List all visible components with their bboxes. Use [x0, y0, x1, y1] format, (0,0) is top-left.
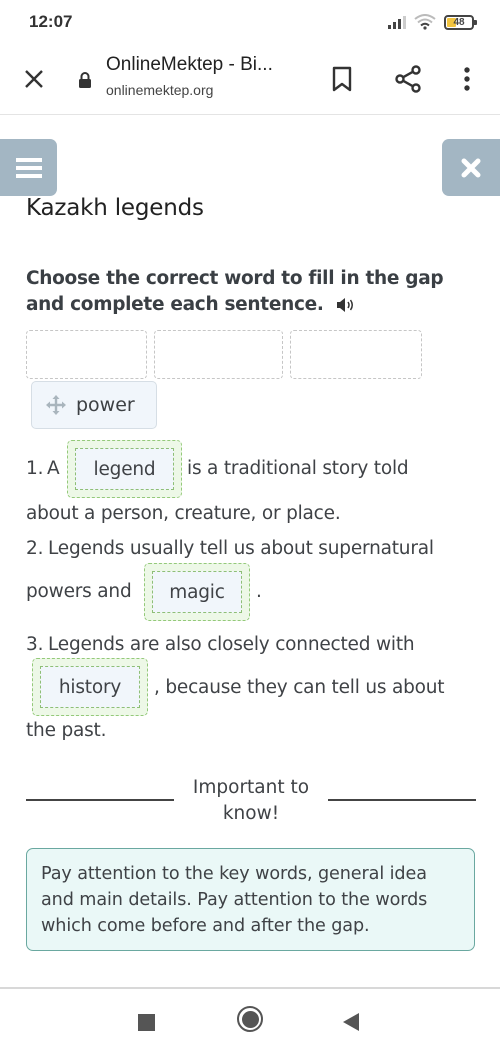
answer-slot[interactable]: legend — [67, 440, 182, 498]
drop-zone[interactable] — [154, 330, 283, 379]
tip-text: Pay attention to the key words, general … — [41, 864, 428, 936]
sentence-text: Legends are also closely connected with — [48, 634, 415, 655]
sentence-number: 1. — [26, 458, 44, 479]
status-icons: 48 — [388, 14, 477, 30]
important-section: Important to know! — [26, 775, 476, 830]
word-chip-power[interactable]: power — [31, 381, 157, 429]
page-title: OnlineMektep - Bi... — [106, 54, 273, 75]
answer-slot[interactable]: history — [32, 658, 148, 716]
battery-icon: 48 — [444, 14, 477, 30]
home-icon[interactable] — [237, 1006, 263, 1032]
share-icon[interactable] — [393, 64, 423, 94]
answer-slot[interactable]: magic — [144, 563, 250, 621]
wifi-icon — [414, 14, 436, 30]
answer-chip[interactable]: history — [40, 666, 140, 708]
battery-level: 48 — [453, 16, 465, 28]
answer-chip[interactable]: magic — [152, 571, 242, 613]
bookmark-icon[interactable] — [330, 65, 354, 93]
signal-icon — [388, 15, 406, 29]
task-instruction: Choose the correct word to fill in the g… — [26, 266, 466, 318]
sentence-text: , because they can tell us about — [154, 677, 445, 698]
lock-icon — [79, 72, 91, 88]
drop-zone[interactable] — [26, 330, 147, 379]
lesson-title: Kazakh legends — [26, 195, 204, 221]
browser-toolbar: OnlineMektep - Bi... onlinemektep.org — [0, 48, 500, 115]
exit-lesson-button[interactable] — [442, 139, 500, 196]
sentence-text: is a traditional story told — [187, 458, 409, 479]
sentence-text: . — [256, 581, 262, 602]
menu-button[interactable] — [0, 139, 57, 196]
page-url[interactable]: onlinemektep.org — [106, 82, 213, 98]
sentence-number: 2. — [26, 538, 44, 559]
status-bar: 12:07 48 — [0, 0, 500, 48]
instruction-text: Choose the correct word to fill in the g… — [26, 268, 444, 315]
sentence-text: the past. — [26, 720, 107, 741]
x-icon — [461, 158, 481, 177]
drop-zones — [26, 330, 422, 379]
sentence-text: about a person, creature, or place. — [26, 503, 341, 524]
status-time: 12:07 — [29, 12, 73, 31]
word-chip-label: power — [76, 394, 135, 416]
sentence-text: A — [47, 458, 60, 479]
close-icon[interactable] — [20, 65, 48, 93]
drop-zone[interactable] — [290, 330, 422, 379]
divider-line — [26, 799, 174, 801]
important-heading: Important to know! — [176, 775, 326, 827]
speaker-icon[interactable] — [336, 297, 356, 313]
tip-box: Pay attention to the key words, general … — [26, 848, 475, 951]
sentence-text: Legends usually tell us about supernatur… — [48, 538, 434, 559]
sentence-text: powers and — [26, 581, 132, 602]
recent-apps-icon[interactable] — [138, 1014, 155, 1031]
sentence-number: 3. — [26, 634, 44, 655]
important-heading-line: know! — [222, 803, 280, 824]
back-icon[interactable] — [343, 1013, 359, 1031]
important-heading-line: Important to — [192, 777, 310, 798]
hamburger-icon — [15, 157, 42, 178]
answer-chip[interactable]: legend — [75, 448, 174, 490]
android-nav-bar — [0, 989, 500, 1055]
more-vert-icon[interactable] — [457, 64, 477, 94]
divider-line — [328, 799, 476, 801]
move-icon — [46, 395, 66, 415]
